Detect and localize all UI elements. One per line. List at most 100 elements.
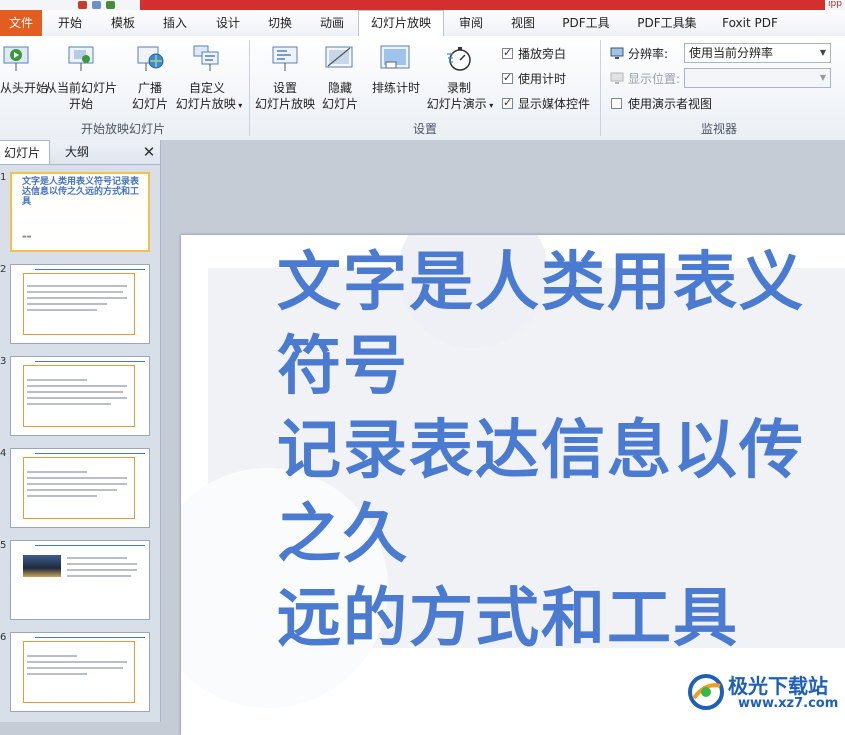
- tab-pdf-tools[interactable]: PDF工具: [554, 10, 618, 36]
- record-label-1: 录制: [446, 81, 471, 95]
- tab-home[interactable]: 开始: [48, 10, 92, 36]
- tab-outline[interactable]: 大纲: [54, 140, 100, 164]
- title-fragment: ıpp: [825, 0, 845, 10]
- thumbnail-text-line: [27, 489, 117, 491]
- slide-number: 6: [0, 632, 7, 643]
- slide-thumbnail-6[interactable]: [10, 632, 150, 712]
- slide-editor: 文字是人类用表义符号 记录表达信息以传之久 远的方式和工具: [161, 140, 845, 735]
- hide-label-1: 隐藏: [327, 81, 352, 95]
- slide-title[interactable]: 文字是人类用表义符号 记录表达信息以传之久 远的方式和工具: [277, 241, 837, 661]
- title-bar: ıpp: [0, 0, 845, 10]
- use-timings-checkbox[interactable]: [502, 71, 513, 84]
- slide-thumbnail-5[interactable]: [10, 540, 150, 620]
- record-label-2-text: 幻灯片演示: [426, 97, 487, 111]
- play-narration-label: 播放旁白: [518, 47, 567, 61]
- group-title-setup: 设置: [412, 122, 437, 136]
- custom-label-2: 幻灯片放映 ▾: [172, 96, 246, 114]
- rehearse-label: 排练计时: [371, 81, 420, 95]
- undo-icon[interactable]: [106, 1, 115, 9]
- monitor-resolution-icon: [610, 47, 624, 59]
- setup-label-2: 幻灯片放映: [254, 97, 315, 111]
- projector-play-icon: [3, 46, 29, 71]
- thumbnail-text-line: [67, 557, 127, 559]
- thumbnail-text-line: [67, 563, 137, 565]
- tab-transitions[interactable]: 切换: [257, 10, 303, 36]
- ribbon: 从头开始 从当前幻灯片 开始 广播 幻灯片 自定义 幻灯片放映 ▾ 开始放映幻灯…: [0, 36, 845, 141]
- group-title-start: 开始放映幻灯片: [80, 122, 165, 136]
- from-current-label-1: 从当前幻灯片: [44, 81, 117, 95]
- slide-number: 5: [0, 540, 7, 551]
- broadcast-label-1: 广播: [137, 81, 162, 95]
- custom-show-icon: [193, 45, 219, 71]
- thumbnail-text-line: [27, 379, 87, 381]
- tab-view[interactable]: 视图: [500, 10, 546, 36]
- save-icon[interactable]: [92, 1, 101, 9]
- slide-thumbnail-2[interactable]: [10, 264, 150, 344]
- dropdown-arrow-icon: ▾: [235, 101, 243, 110]
- tab-templates[interactable]: 模板: [100, 10, 146, 36]
- setup-show-icon: [272, 46, 298, 71]
- show-media-controls-label: 显示媒体控件: [518, 97, 591, 111]
- thumbnail-text-line: [27, 483, 127, 485]
- chevron-down-icon: ▼: [819, 48, 826, 57]
- broadcast-icon: [137, 46, 164, 71]
- display-position-select[interactable]: ▼: [684, 68, 831, 88]
- thumbnail-text-line: [27, 477, 127, 479]
- group-divider: [600, 40, 601, 136]
- tab-animations[interactable]: 动画: [309, 10, 355, 36]
- watermark-logo-icon: [688, 674, 724, 710]
- resolution-select[interactable]: 使用当前分辨率 ▼: [684, 43, 831, 63]
- tab-review[interactable]: 审阅: [448, 10, 494, 36]
- thumbnail-rule: [35, 545, 145, 546]
- thumbnail-text-line: [67, 569, 137, 571]
- thumbnail-photo: [23, 555, 61, 577]
- watermark-name: 极光下载站: [728, 674, 828, 698]
- display-position-label: 显示位置:: [628, 72, 681, 86]
- tab-design[interactable]: 设计: [205, 10, 251, 36]
- resolution-select-value: 使用当前分辨率: [689, 46, 774, 60]
- play-narration-checkbox[interactable]: [502, 46, 513, 59]
- thumbnail-text-frame: [23, 641, 135, 703]
- thumbnail-text-line: [27, 285, 127, 287]
- thumbnail-text-line: [27, 403, 111, 405]
- tab-foxit-pdf[interactable]: Foxit PDF: [714, 10, 786, 36]
- dropdown-arrow-icon: ▾: [486, 101, 494, 110]
- tab-file[interactable]: 文件: [0, 10, 42, 36]
- from-current-label-2: 开始: [68, 97, 93, 111]
- thumbnail-text-line: [27, 297, 127, 299]
- thumbnail-text-line: [27, 385, 127, 387]
- thumbnail-text-line: [27, 397, 127, 399]
- tab-insert[interactable]: 插入: [152, 10, 198, 36]
- presenter-view-checkbox[interactable]: [611, 98, 622, 109]
- panel-header: 幻灯片 大纲 ✕: [0, 140, 160, 165]
- slide-thumbnail-1[interactable]: 文字是人类用表义符号记录表达信息以传之久远的方式和工具 ▬▬: [10, 172, 150, 252]
- tab-slides[interactable]: 幻灯片: [0, 140, 50, 164]
- presenter-view-label: 使用演示者视图: [628, 97, 713, 111]
- close-icon[interactable]: ✕: [140, 142, 158, 162]
- thumbnail-text-line: [27, 391, 123, 393]
- slide-thumbnail-3[interactable]: [10, 356, 150, 436]
- tab-pdf-toolset[interactable]: PDF工具集: [630, 10, 704, 36]
- thumbnail-rule: [35, 453, 145, 454]
- slide-thumbnail-4[interactable]: [10, 448, 150, 528]
- custom-label-1: 自定义: [188, 81, 225, 95]
- current-slide[interactable]: 文字是人类用表义符号 记录表达信息以传之久 远的方式和工具: [181, 235, 845, 735]
- show-media-controls-checkbox[interactable]: [502, 96, 513, 109]
- thumbnail-text-line: [27, 655, 77, 657]
- record-label-2: 幻灯片演示 ▾: [422, 96, 498, 114]
- slides-panel: 幻灯片 大纲 ✕ 1 文字是人类用表义符号记录表达信息以传之久远的方式和工具 ▬…: [0, 140, 161, 722]
- thumbnail-rule: [35, 269, 145, 270]
- thumbnail-text-line: [27, 495, 97, 497]
- slide-number: 3: [0, 356, 7, 367]
- chevron-down-icon: ▼: [819, 73, 826, 82]
- slide-number: 1: [0, 172, 7, 183]
- from-beginning-label: 从头开始: [0, 81, 49, 95]
- watermark-url: www.xz7.com: [738, 696, 839, 711]
- broadcast-label-2: 幻灯片: [131, 97, 168, 111]
- use-timings-label: 使用计时: [518, 72, 567, 86]
- tab-slideshow[interactable]: 幻灯片放映: [358, 10, 444, 37]
- thumbnail-text-line: [27, 309, 97, 311]
- site-watermark: 极光下载站 www.xz7.com: [686, 668, 841, 718]
- setup-label-1: 设置: [272, 81, 297, 95]
- thumbnail-text-line: [27, 661, 127, 663]
